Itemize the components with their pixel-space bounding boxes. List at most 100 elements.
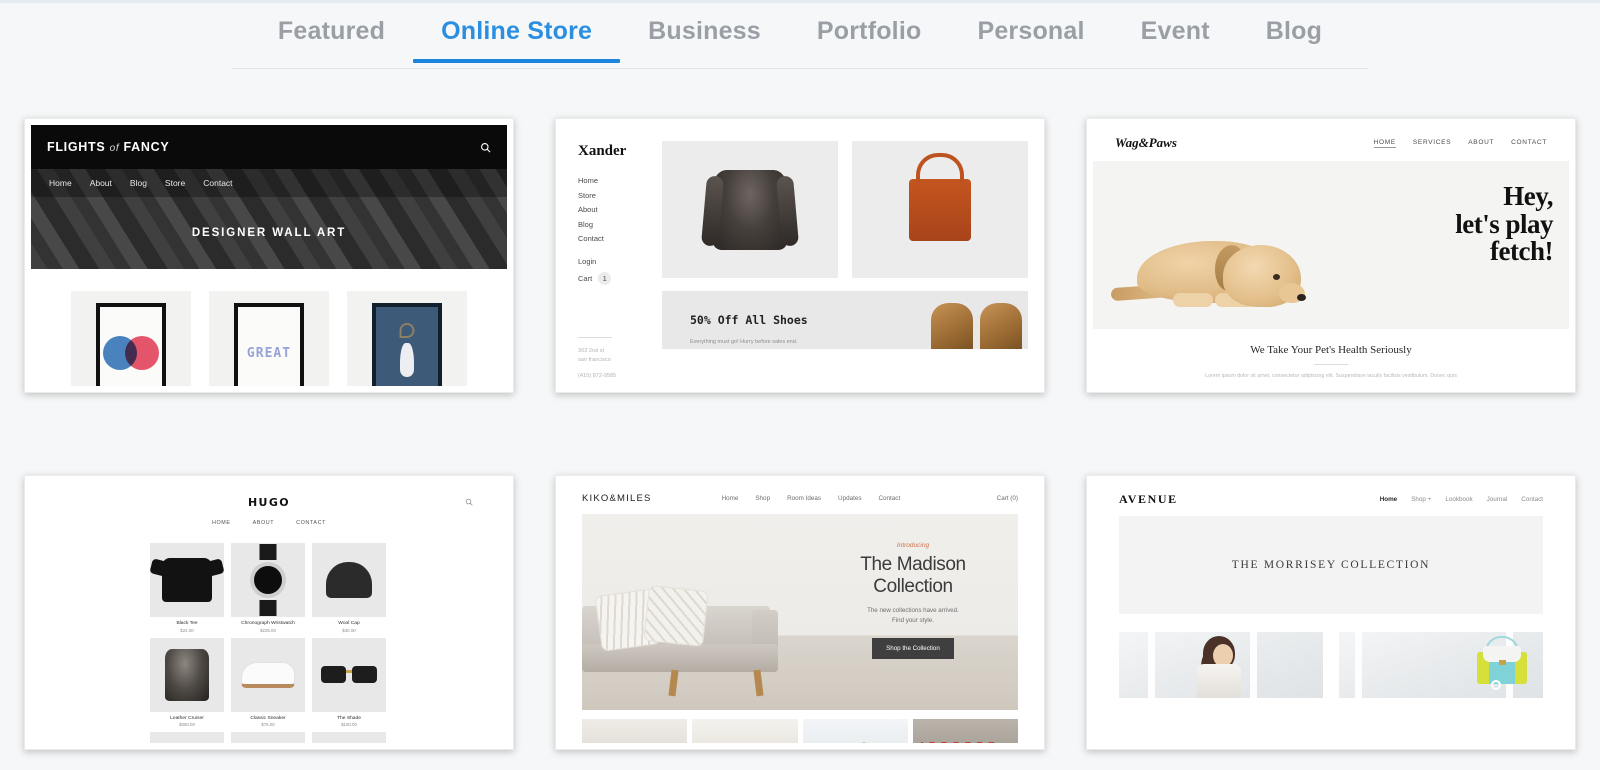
cart-link[interactable]: Cart 1 [578, 271, 654, 285]
template-card-kiko-and-miles[interactable]: KIKO&MILES Home Shop Room Ideas Updates … [555, 475, 1045, 750]
nav-item-about[interactable]: About [90, 178, 112, 188]
product-card[interactable]: Leather Cruiser $350.00 [150, 637, 224, 727]
search-icon[interactable] [465, 498, 473, 506]
artwork-tile[interactable]: GREAT [209, 291, 329, 386]
artwork-tile[interactable] [347, 291, 467, 386]
gallery-image[interactable] [802, 719, 908, 743]
nav-item-store[interactable]: Store [165, 178, 185, 188]
nav-item-home[interactable]: Home [1380, 496, 1398, 503]
tab-portfolio[interactable]: Portfolio [789, 3, 950, 62]
nav-item-contact[interactable]: Contact [1521, 496, 1543, 503]
template-card-wag-and-paws[interactable]: Wag&Paws HOME SERVICES ABOUT CONTACT Hey… [1086, 118, 1576, 393]
tab-business[interactable]: Business [620, 3, 789, 62]
template-preview: Xander Home Store About Blog Contact Log… [562, 125, 1038, 386]
leather-jacket-image [713, 169, 787, 250]
product-tile-jacket[interactable] [662, 141, 838, 278]
gallery-image[interactable] [692, 719, 798, 743]
nav-item-shop[interactable]: Shop + [1411, 496, 1431, 503]
template-grid: FLIGHTS of FANCY Home About Blog Store C… [0, 118, 1600, 770]
nav-item-about[interactable]: ABOUT [253, 520, 275, 526]
handbag-photo[interactable] [1339, 632, 1543, 698]
product-card[interactable]: The Shade $150.00 [312, 637, 386, 727]
leather-tote-image [909, 178, 971, 241]
product-card[interactable]: Wool Cap $30.00 [312, 543, 386, 633]
site-header: FLIGHTS of FANCY [31, 125, 507, 169]
product-image-leather-cruiser [150, 637, 224, 712]
nav-item-room-ideas[interactable]: Room Ideas [787, 495, 821, 502]
product-name: Wool Cap [338, 621, 360, 626]
template-preview: HUGO HOME ABOUT CONTACT Black Tee $24.00 [31, 482, 507, 743]
gallery-image[interactable] [582, 719, 688, 743]
footer-address-line2: san francisco [578, 357, 611, 364]
shop-collection-button[interactable]: Shop the Collection [872, 637, 954, 659]
site-logo: FLIGHTS of FANCY [47, 140, 169, 154]
nav-item-about[interactable]: About [578, 205, 654, 214]
product-card[interactable]: Black Tee $24.00 [150, 543, 224, 633]
site-nav: HOME ABOUT CONTACT [31, 520, 507, 526]
search-icon[interactable] [480, 142, 491, 153]
pillow-image [643, 585, 709, 647]
product-card[interactable]: Classic Sneaker $75.00 [231, 637, 305, 727]
product-image-black-tee [150, 543, 224, 617]
product-name: Leather Cruiser [170, 715, 204, 721]
site-logo: HUGO [247, 496, 291, 509]
artwork-tile[interactable] [71, 291, 191, 386]
tab-featured[interactable]: Featured [250, 3, 413, 62]
gallery-image[interactable] [912, 719, 1018, 743]
framed-art-venn [96, 303, 166, 386]
template-card-xander[interactable]: Xander Home Store About Blog Contact Log… [555, 118, 1045, 393]
template-card-flights-of-fancy[interactable]: FLIGHTS of FANCY Home About Blog Store C… [24, 118, 514, 393]
nav-item-blog[interactable]: Blog [130, 178, 147, 188]
logo-main: FLIGHTS [47, 140, 106, 154]
template-card-avenue[interactable]: AVENUE Home Shop + Lookbook Journal Cont… [1086, 475, 1576, 750]
product-grid-row-partial [150, 732, 388, 743]
tab-online-store[interactable]: Online Store [413, 3, 621, 63]
product-price: $150.00 [341, 722, 357, 727]
hero-banner: Introducing The Madison Collection The n… [582, 514, 1018, 710]
product-image-placeholder[interactable] [231, 732, 305, 743]
login-link[interactable]: Login [578, 257, 654, 266]
nav-item-contact[interactable]: Contact [203, 178, 232, 188]
tab-portfolio-label: Portfolio [816, 17, 922, 45]
account-nav: Login Cart 1 [578, 257, 654, 285]
nav-item-home[interactable]: HOME [1373, 139, 1396, 148]
gallery-strip [582, 719, 1018, 743]
site-nav: HOME SERVICES ABOUT CONTACT [1373, 139, 1547, 148]
nav-item-blog[interactable]: Blog [578, 220, 654, 229]
venn-diagram-icon [103, 336, 159, 370]
nav-item-home[interactable]: Home [722, 495, 739, 502]
framed-art-great: GREAT [234, 303, 304, 386]
promo-banner[interactable]: 50% Off All Shoes Everything must go! Hu… [662, 291, 1028, 349]
product-image-placeholder[interactable] [312, 732, 386, 743]
nav-item-lookbook[interactable]: Lookbook [1445, 496, 1472, 503]
nav-item-shop[interactable]: Shop [755, 495, 770, 502]
tab-personal-label: Personal [977, 17, 1085, 45]
tab-event[interactable]: Event [1113, 3, 1238, 62]
nav-item-contact[interactable]: Contact [578, 234, 654, 243]
nav-item-updates[interactable]: Updates [838, 495, 861, 502]
footer-address-line1: 303 2nd st [578, 347, 605, 354]
model-photo[interactable] [1119, 632, 1323, 698]
product-card[interactable]: Chronograph Wristwatch $225.00 [231, 543, 305, 633]
nav-item-store[interactable]: Store [578, 191, 654, 200]
artwork-word: GREAT [246, 345, 292, 361]
nav-item-contact[interactable]: CONTACT [1511, 139, 1547, 148]
tab-blog[interactable]: Blog [1238, 3, 1350, 62]
cart-link[interactable]: Cart (0) [997, 495, 1018, 502]
nav-item-home[interactable]: HOME [212, 520, 231, 526]
tabbar-divider [232, 68, 1368, 69]
nav-item-home[interactable]: Home [49, 178, 72, 188]
nav-item-services[interactable]: SERVICES [1413, 139, 1451, 148]
footer-divider [578, 336, 612, 338]
tab-personal[interactable]: Personal [949, 3, 1112, 62]
product-price: $225.00 [260, 627, 276, 633]
product-tile-bag[interactable] [852, 141, 1028, 278]
nav-item-contact[interactable]: Contact [879, 495, 901, 502]
product-image-placeholder[interactable] [150, 732, 224, 743]
nav-item-journal[interactable]: Journal [1487, 496, 1508, 503]
site-logo: KIKO&MILES [582, 492, 652, 504]
nav-item-contact[interactable]: CONTACT [296, 520, 326, 526]
template-card-hugo[interactable]: HUGO HOME ABOUT CONTACT Black Tee $24.00 [24, 475, 514, 750]
nav-item-home[interactable]: Home [578, 176, 654, 185]
nav-item-about[interactable]: ABOUT [1468, 139, 1494, 148]
